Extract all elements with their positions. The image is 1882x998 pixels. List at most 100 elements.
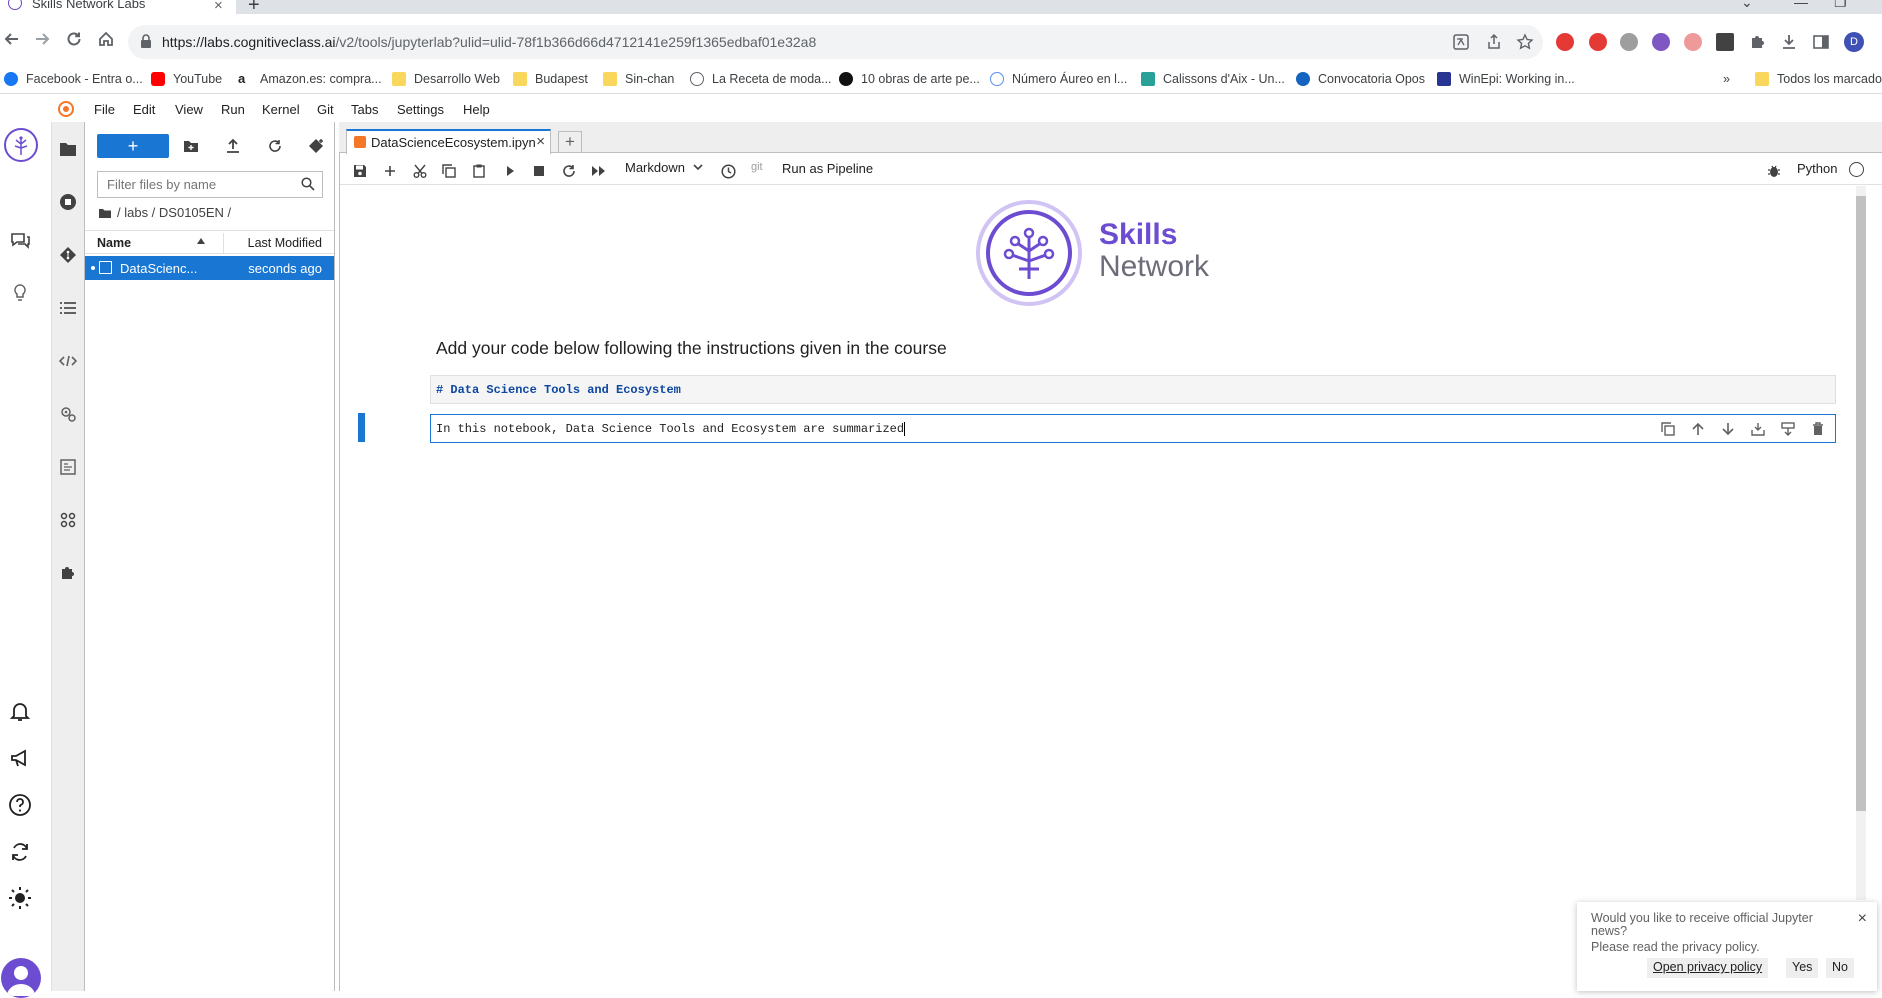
save-icon[interactable] xyxy=(351,162,369,180)
menu-file[interactable]: File xyxy=(94,102,115,117)
run-as-pipeline-button[interactable]: Run as Pipeline xyxy=(782,161,873,176)
file-filter-input[interactable] xyxy=(98,172,288,197)
upload-icon[interactable] xyxy=(223,136,243,156)
address-bar[interactable]: https://labs.cognitiveclass.ai/v2/tools/… xyxy=(128,25,1543,59)
paste-icon[interactable] xyxy=(470,162,488,180)
new-folder-icon[interactable] xyxy=(181,136,201,156)
sync-icon[interactable] xyxy=(7,839,33,865)
pen-extension-icon[interactable] xyxy=(1652,33,1670,51)
markdown-cell-1[interactable]: # Data Science Tools and Ecosystem xyxy=(430,375,1836,404)
breadcrumb[interactable]: / labs / DS0105EN / xyxy=(99,205,231,220)
insert-above-icon[interactable] xyxy=(1748,419,1768,439)
no-button[interactable]: No xyxy=(1826,958,1854,978)
debugger-bug-icon[interactable] xyxy=(1765,162,1783,180)
selenium-extension-icon[interactable] xyxy=(1716,33,1734,51)
components-icon[interactable] xyxy=(57,509,79,531)
file-list-item[interactable]: DataScienc... seconds ago xyxy=(85,256,334,280)
cell-2-source[interactable]: In this notebook, Data Science Tools and… xyxy=(436,422,906,436)
menu-view[interactable]: View xyxy=(175,102,203,117)
move-up-arrow-icon[interactable] xyxy=(1688,419,1708,439)
cast-extension-icon[interactable] xyxy=(1684,33,1702,51)
profile-avatar[interactable]: D xyxy=(1844,32,1864,52)
tab-search-chevron-icon[interactable]: ⌄ xyxy=(1741,0,1753,11)
skills-network-logo-icon[interactable] xyxy=(3,127,39,163)
clock-history-icon[interactable] xyxy=(719,162,737,180)
bookmark-10-obras[interactable]: 10 obras de arte pe... xyxy=(839,70,980,88)
settings-gears-icon[interactable] xyxy=(57,403,79,425)
opera-extension-icon[interactable] xyxy=(1556,33,1574,51)
forward-icon[interactable] xyxy=(30,27,54,51)
restart-kernel-icon[interactable] xyxy=(560,162,578,180)
menu-tabs[interactable]: Tabs xyxy=(351,102,378,117)
new-launcher-button[interactable]: + xyxy=(97,134,169,158)
reload-icon[interactable] xyxy=(62,27,86,51)
translate-icon[interactable] xyxy=(1452,33,1470,51)
scrollbar-thumb[interactable] xyxy=(1856,196,1866,811)
home-folder-icon[interactable] xyxy=(99,208,111,218)
yes-button[interactable]: Yes xyxy=(1786,958,1819,978)
bookmark-facebook[interactable]: Facebook - Entra o... xyxy=(4,70,143,88)
tab-close-icon[interactable]: × xyxy=(214,0,223,14)
bookmark-amazon[interactable]: a Amazon.es: compra... xyxy=(238,70,382,88)
browser-tab[interactable]: Skills Network Labs × xyxy=(0,0,236,14)
insert-below-icon[interactable] xyxy=(1778,419,1798,439)
user-avatar[interactable] xyxy=(1,958,41,998)
extension-manager-puzzle-icon[interactable] xyxy=(57,562,79,584)
bookmark-calissons[interactable]: Calissons d'Aix - Un... xyxy=(1141,70,1285,88)
bookmark-numero-aureo[interactable]: Número Áureo en l... xyxy=(990,70,1127,88)
bookmarks-overflow-icon[interactable]: » xyxy=(1723,70,1730,88)
property-inspector-icon[interactable] xyxy=(57,456,79,478)
back-icon[interactable] xyxy=(0,27,24,51)
bookmark-youtube[interactable]: YouTube xyxy=(151,70,222,88)
running-kernels-icon[interactable] xyxy=(57,191,79,213)
restart-run-all-icon[interactable] xyxy=(590,162,608,180)
notebook-scrollbar[interactable] xyxy=(1856,186,1866,900)
theme-sun-icon[interactable] xyxy=(7,885,33,911)
markdown-cell-2-active[interactable]: In this notebook, Data Science Tools and… xyxy=(430,414,1836,443)
notification-close-icon[interactable]: × xyxy=(1858,910,1867,928)
all-bookmarks-folder[interactable]: Todos los marcadores xyxy=(1755,70,1882,88)
open-privacy-policy-button[interactable]: Open privacy policy xyxy=(1647,958,1769,978)
bookmark-convocatoria-opos[interactable]: Convocatoria Opos xyxy=(1296,70,1425,88)
git-clone-icon[interactable] xyxy=(306,136,326,156)
file-browser-folder-icon[interactable] xyxy=(57,138,79,160)
duplicate-cell-icon[interactable] xyxy=(1658,419,1678,439)
git-diff-button[interactable]: git xyxy=(751,161,763,173)
menu-help[interactable]: Help xyxy=(463,102,490,117)
bug-extension-icon[interactable] xyxy=(1620,33,1638,51)
menu-run[interactable]: Run xyxy=(221,102,245,117)
cell-1-source[interactable]: # Data Science Tools and Ecosystem xyxy=(436,383,681,397)
cut-scissors-icon[interactable] xyxy=(411,162,429,180)
lock-icon[interactable] xyxy=(140,34,152,49)
code-snippets-icon[interactable] xyxy=(57,350,79,372)
column-name-header[interactable]: Name xyxy=(97,236,131,250)
insert-cell-plus-icon[interactable] xyxy=(381,162,399,180)
menu-kernel[interactable]: Kernel xyxy=(262,102,300,117)
home-icon[interactable] xyxy=(94,27,118,51)
bookmark-la-receta[interactable]: La Receta de moda... xyxy=(690,70,832,88)
bookmark-folder-budapest[interactable]: Budapest xyxy=(513,70,588,88)
delete-trash-icon[interactable] xyxy=(1808,419,1828,439)
run-cell-play-icon[interactable] xyxy=(501,162,519,180)
copy-icon[interactable] xyxy=(440,162,458,180)
share-icon[interactable] xyxy=(1485,33,1503,51)
kernel-name[interactable]: Python xyxy=(1797,161,1837,176)
side-panel-icon[interactable] xyxy=(1812,33,1830,51)
minimize-icon[interactable]: — xyxy=(1794,0,1808,10)
column-modified-header[interactable]: Last Modified xyxy=(248,236,322,250)
move-down-arrow-icon[interactable] xyxy=(1718,419,1738,439)
git-icon[interactable] xyxy=(57,244,79,266)
lightbulb-icon[interactable] xyxy=(7,280,33,306)
cell-type-dropdown[interactable]: Markdown xyxy=(625,160,703,175)
announcements-megaphone-icon[interactable] xyxy=(7,745,33,771)
menu-edit[interactable]: Edit xyxy=(133,102,155,117)
restore-icon[interactable]: ❐ xyxy=(1834,0,1847,11)
active-cell-marker[interactable] xyxy=(358,413,365,442)
chat-icon[interactable] xyxy=(7,228,33,254)
menu-settings[interactable]: Settings xyxy=(397,102,444,117)
close-tab-icon[interactable]: × xyxy=(536,133,545,150)
bookmark-folder-sin-chan[interactable]: Sin-chan xyxy=(603,70,674,88)
notifications-bell-icon[interactable] xyxy=(7,698,33,724)
add-tab-plus-icon[interactable]: + xyxy=(558,131,582,153)
bookmark-winepi[interactable]: WinEpi: Working in... xyxy=(1437,70,1575,88)
